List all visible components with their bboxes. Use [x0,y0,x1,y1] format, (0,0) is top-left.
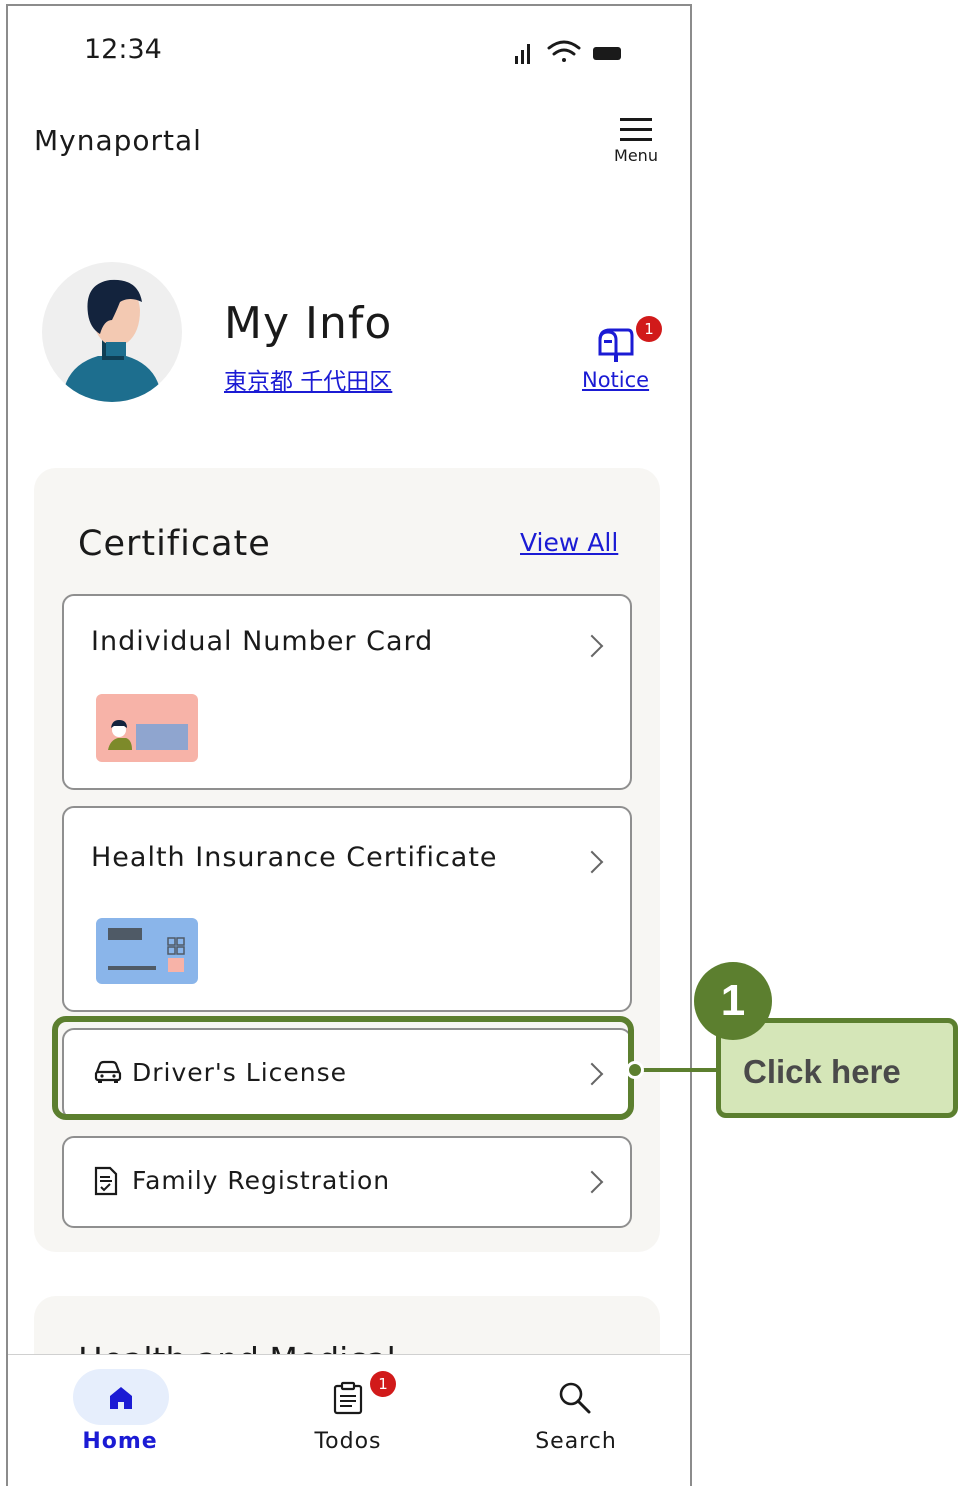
certificate-title: Certificate [78,524,271,564]
bottom-nav: Home 1 Todos Search [8,1354,690,1486]
page-title: My Info [224,298,393,349]
annotation-dot [626,1061,644,1079]
card-label: Individual Number Card [91,626,434,657]
nav-label: Home [82,1429,158,1454]
location-link[interactable]: 東京都 千代田区 [224,362,392,396]
notice-button[interactable]: 1 Notice [578,316,678,402]
card-family-registration[interactable]: Family Registration [62,1136,632,1228]
battery-icon [593,47,621,60]
nav-label: Search [535,1429,617,1454]
menu-label: Menu [614,146,658,165]
document-icon [94,1166,118,1196]
avatar [42,262,182,402]
clipboard-icon [333,1381,363,1415]
menu-button[interactable]: Menu [606,116,666,180]
view-all-link[interactable]: View All [520,528,618,557]
status-icons [511,38,631,68]
card-health-insurance[interactable]: Health Insurance Certificate [62,806,632,1012]
nav-home[interactable]: Home [30,1355,210,1475]
card-drivers-license[interactable]: Driver's License [62,1028,632,1120]
notice-badge: 1 [636,316,662,342]
nav-label: Todos [314,1429,382,1454]
certificate-panel: Certificate View All Individual Number C… [34,468,660,1252]
mailbox-icon [598,328,634,362]
wifi-icon [547,40,581,62]
card-label: Family Registration [132,1166,391,1195]
nav-todos[interactable]: 1 Todos [258,1355,438,1475]
card-label: Driver's License [132,1058,348,1087]
search-icon [559,1382,591,1414]
signal-icon [515,44,530,64]
card-individual-number[interactable]: Individual Number Card [62,594,632,790]
todo-badge: 1 [370,1371,396,1397]
annotation-connector [636,1068,720,1072]
phone-screen: 12:34 Mynaportal Menu My Info 東京都 千代田区 1… [6,4,692,1486]
step-number: 1 [694,962,772,1040]
chevron-right-icon [580,850,604,874]
hamburger-icon [620,118,652,141]
insurance-card-icon [96,918,198,984]
card-label: Health Insurance Certificate [91,842,498,873]
status-time: 12:34 [84,34,162,65]
car-icon [94,1060,122,1083]
callout-text: Click here [743,1053,901,1090]
chevron-right-icon [580,1062,604,1086]
nav-search[interactable]: Search [486,1355,666,1475]
home-icon [110,1387,132,1409]
notice-label: Notice [582,368,650,392]
chevron-right-icon [580,1170,604,1194]
id-card-icon [96,694,198,762]
chevron-right-icon [580,634,604,658]
app-title: Mynaportal [34,124,202,157]
